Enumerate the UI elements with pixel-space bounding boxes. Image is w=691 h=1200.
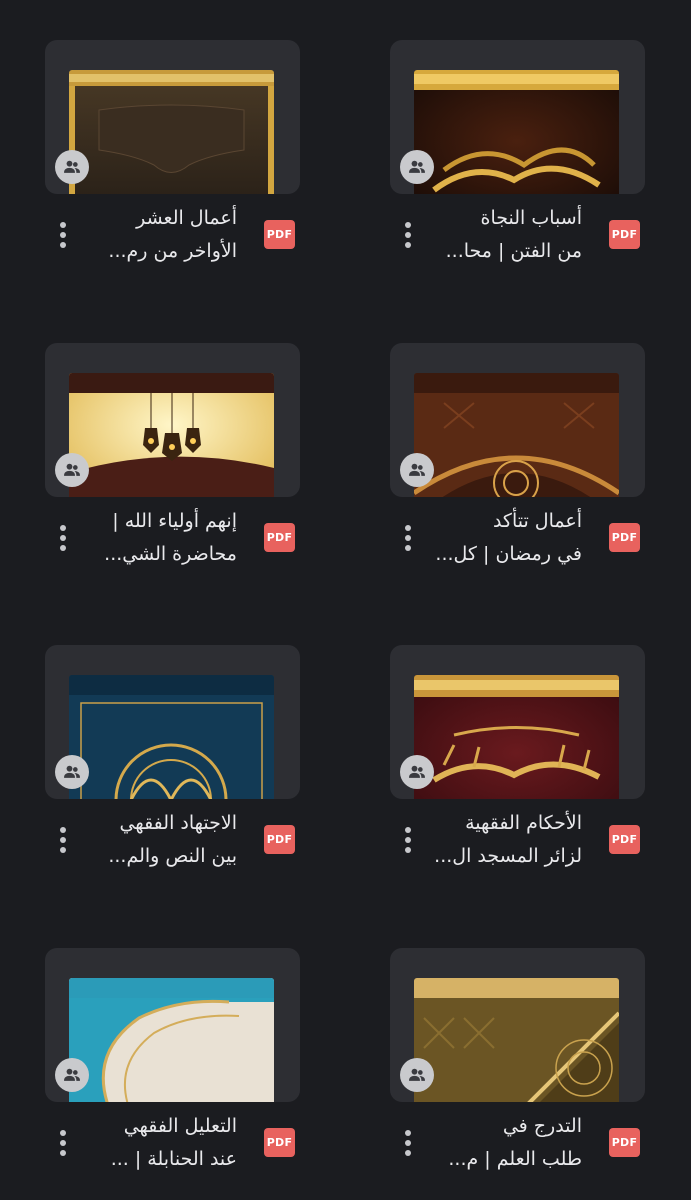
pdf-icon: PDF	[264, 220, 295, 249]
cover-image	[69, 978, 274, 1102]
file-card[interactable]: أعمال تتأكد في رمضان | كل... PDF	[390, 343, 690, 593]
file-title[interactable]: الأحكام الفقهية لزائر المسجد ال...	[430, 807, 582, 875]
cover-art	[414, 373, 619, 497]
file-title[interactable]: التعليل الفقهي عند الحنابلة | ...	[85, 1110, 237, 1178]
file-card[interactable]: أعمال العشر الأواخر من رم... PDF	[45, 40, 345, 290]
shared-icon	[400, 150, 434, 184]
pdf-icon: PDF	[264, 523, 295, 552]
cover-image	[414, 978, 619, 1102]
shared-icon	[55, 1058, 89, 1092]
shared-icon	[400, 755, 434, 789]
pdf-icon: PDF	[609, 523, 640, 552]
cover-image	[414, 373, 619, 497]
pdf-icon: PDF	[264, 825, 295, 854]
more-vert-icon[interactable]	[51, 1126, 75, 1160]
shared-icon	[55, 150, 89, 184]
file-card[interactable]: إنهم أولياء الله | محاضرة الشي... PDF	[45, 343, 345, 593]
cover-art	[69, 70, 274, 194]
file-card[interactable]: التدرج في طلب العلم | م... PDF	[390, 948, 690, 1198]
cover-art	[414, 675, 619, 799]
file-title[interactable]: الاجتهاد الفقهي بين النص والم...	[85, 807, 237, 875]
shared-icon	[400, 453, 434, 487]
cover-image	[414, 675, 619, 799]
file-thumbnail[interactable]	[390, 948, 645, 1102]
more-vert-icon[interactable]	[51, 823, 75, 857]
cover-image	[69, 373, 274, 497]
more-vert-icon[interactable]	[396, 1126, 420, 1160]
pdf-icon: PDF	[609, 825, 640, 854]
file-title[interactable]: أسباب النجاة من الفتن | محا...	[430, 202, 582, 270]
cover-art	[69, 675, 274, 799]
cover-art	[414, 978, 619, 1102]
shared-icon	[400, 1058, 434, 1092]
cover-image	[69, 675, 274, 799]
file-thumbnail[interactable]	[45, 948, 300, 1102]
file-title[interactable]: التدرج في طلب العلم | م...	[430, 1110, 582, 1178]
file-title[interactable]: أعمال تتأكد في رمضان | كل...	[430, 505, 582, 573]
cover-art	[69, 978, 274, 1102]
pdf-icon: PDF	[609, 220, 640, 249]
shared-icon	[55, 755, 89, 789]
file-thumbnail[interactable]	[45, 645, 300, 799]
file-card[interactable]: الأحكام الفقهية لزائر المسجد ال... PDF	[390, 645, 690, 895]
file-title[interactable]: إنهم أولياء الله | محاضرة الشي...	[85, 505, 237, 573]
cover-art	[414, 70, 619, 194]
cover-art	[69, 373, 274, 497]
file-title[interactable]: أعمال العشر الأواخر من رم...	[85, 202, 237, 270]
more-vert-icon[interactable]	[396, 823, 420, 857]
more-vert-icon[interactable]	[396, 218, 420, 252]
file-thumbnail[interactable]	[45, 40, 300, 194]
file-thumbnail[interactable]	[390, 645, 645, 799]
file-thumbnail[interactable]	[45, 343, 300, 497]
file-card[interactable]: الاجتهاد الفقهي بين النص والم... PDF	[45, 645, 345, 895]
more-vert-icon[interactable]	[396, 521, 420, 555]
pdf-icon: PDF	[264, 1128, 295, 1157]
file-thumbnail[interactable]	[390, 343, 645, 497]
file-thumbnail[interactable]	[390, 40, 645, 194]
cover-image	[414, 70, 619, 194]
shared-icon	[55, 453, 89, 487]
more-vert-icon[interactable]	[51, 218, 75, 252]
pdf-icon: PDF	[609, 1128, 640, 1157]
file-card[interactable]: أسباب النجاة من الفتن | محا... PDF	[390, 40, 690, 290]
file-grid: أعمال العشر الأواخر من رم... PDF أسباب ا…	[0, 0, 691, 1200]
file-card[interactable]: التعليل الفقهي عند الحنابلة | ... PDF	[45, 948, 345, 1198]
more-vert-icon[interactable]	[51, 521, 75, 555]
cover-image	[69, 70, 274, 194]
